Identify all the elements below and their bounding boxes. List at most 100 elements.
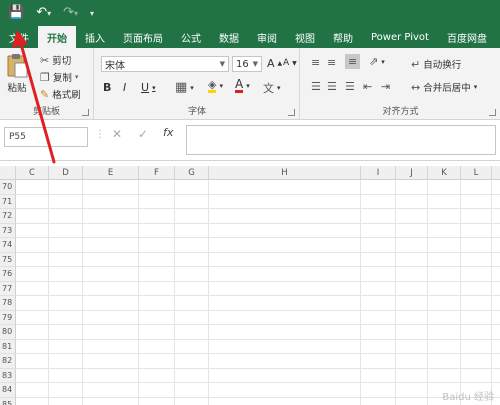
font-name-value: 宋体	[105, 60, 125, 72]
menu-tab-6[interactable]: 审阅	[248, 26, 286, 48]
quick-access-icon[interactable]: ▾	[90, 0, 94, 27]
alignment-launcher-icon[interactable]	[489, 109, 496, 116]
font-color-button[interactable]: A ▾	[235, 77, 250, 93]
wrap-text-button[interactable]: ↵ 自动换行	[411, 57, 461, 72]
bold-button[interactable]: B	[103, 81, 111, 94]
row-header-85[interactable]: 85	[0, 397, 16, 405]
copy-button[interactable]: ❐ 复制 ▾	[40, 70, 79, 85]
column-header-F[interactable]: F	[139, 166, 175, 180]
menu-tab-1[interactable]: 开始	[38, 26, 76, 48]
increase-font-icon: A	[267, 57, 275, 70]
orientation-button[interactable]: ⇗ ▾	[369, 55, 385, 68]
menu-tab-0[interactable]: 文件	[0, 26, 38, 48]
font-name-select[interactable]: 宋体 ▼	[101, 56, 229, 72]
row-header-83[interactable]: 83	[0, 368, 16, 383]
increase-indent-button[interactable]: ⇥	[381, 80, 390, 93]
undo-icon[interactable]: ↶▾	[36, 0, 51, 27]
check-icon[interactable]: ✓	[138, 127, 148, 141]
align-right-button[interactable]: ☰	[345, 80, 355, 93]
phonetic-button[interactable]: 文 ▾	[263, 80, 281, 96]
menu-tab-7[interactable]: 视图	[286, 26, 324, 48]
row-header-78[interactable]: 78	[0, 296, 16, 311]
menu-tab-4[interactable]: 公式	[172, 26, 210, 48]
select-all-corner[interactable]	[0, 166, 16, 180]
gridline-vertical	[427, 180, 428, 405]
paintbrush-icon: ✎	[40, 87, 50, 101]
row-header-82[interactable]: 82	[0, 354, 16, 369]
save-icon[interactable]: 💾	[8, 0, 24, 26]
menu-tab-5[interactable]: 数据	[210, 26, 248, 48]
fill-color-button[interactable]: ◈ ▾	[208, 79, 223, 93]
formula-input[interactable]	[186, 125, 496, 155]
font-color-icon: A	[235, 77, 244, 93]
column-header-E[interactable]: E	[83, 166, 139, 180]
align-middle-icon: ≡	[327, 56, 337, 69]
column-header-row: CDEFGHIJKL	[0, 166, 500, 180]
redo-icon[interactable]: ↷▾	[63, 0, 78, 27]
row-header-72[interactable]: 72	[0, 209, 16, 224]
align-left-button[interactable]: ☰	[311, 80, 321, 93]
cut-button[interactable]: ✂ 剪切	[40, 53, 71, 68]
row-header-84[interactable]: 84	[0, 383, 16, 398]
menu-tab-2[interactable]: 插入	[76, 26, 114, 48]
menu-tab-9[interactable]: Power Pivot	[362, 26, 438, 48]
row-header-70[interactable]: 70	[0, 180, 16, 195]
cancel-icon[interactable]: ✕	[112, 127, 122, 141]
name-box[interactable]: P55	[4, 127, 88, 147]
row-header-77[interactable]: 77	[0, 281, 16, 296]
column-header-G[interactable]: G	[175, 166, 209, 180]
italic-button[interactable]: I	[123, 81, 126, 94]
column-header-H[interactable]: H	[209, 166, 361, 180]
align-bottom-button[interactable]: ≡	[345, 54, 361, 69]
borders-button[interactable]: ▦ ▾	[175, 80, 194, 95]
align-middle-button[interactable]: ≡	[327, 56, 336, 69]
row-header-71[interactable]: 71	[0, 194, 16, 209]
gridline-horizontal	[16, 266, 500, 267]
row-header-81[interactable]: 81	[0, 339, 16, 354]
phonetic-icon: 文	[263, 82, 274, 95]
row-header-75[interactable]: 75	[0, 252, 16, 267]
chevron-down-icon[interactable]: ▾	[75, 73, 79, 81]
row-header-73[interactable]: 73	[0, 223, 16, 238]
insert-function-button[interactable]: fx	[163, 126, 173, 139]
bold-icon: B	[103, 81, 112, 94]
merge-icon: ↔	[411, 80, 421, 94]
paste-label: 粘贴	[7, 83, 27, 94]
column-header-C[interactable]: C	[16, 166, 49, 180]
align-top-button[interactable]: ≡	[311, 56, 320, 69]
increase-font-button[interactable]: A ▲	[267, 57, 282, 70]
menu-tab-11[interactable]: office协	[496, 26, 500, 48]
font-launcher-icon[interactable]	[288, 109, 295, 116]
gridline-horizontal	[16, 353, 500, 354]
row-header-80[interactable]: 80	[0, 325, 16, 340]
column-header-L[interactable]: L	[461, 166, 492, 180]
column-header-I[interactable]: I	[361, 166, 396, 180]
chevron-down-icon: ▾	[190, 83, 194, 92]
font-size-select[interactable]: 16 ▼	[232, 56, 262, 72]
orientation-icon: ⇗	[369, 55, 379, 68]
chevron-down-icon: ▾	[381, 57, 385, 66]
column-header-J[interactable]: J	[396, 166, 428, 180]
menu-tab-3[interactable]: 页面布局	[114, 26, 172, 48]
merge-center-label: 合并后居中	[423, 83, 471, 94]
menu-tab-8[interactable]: 帮助	[324, 26, 362, 48]
worksheet-grid[interactable]: CDEFGHIJKL 70 71 72 73 74 75 76 77 78 79 80 81 82 83 8…	[0, 166, 500, 405]
row-header-79[interactable]: 79	[0, 310, 16, 325]
column-header-K[interactable]: K	[428, 166, 461, 180]
paste-button[interactable]: 粘贴	[6, 52, 28, 94]
clipboard-launcher-icon[interactable]	[82, 109, 89, 116]
menu-tab-10[interactable]: 百度网盘	[438, 26, 496, 48]
alignment-group-label: 对齐方式	[382, 107, 419, 117]
ribbon: 粘贴 ✂ 剪切 ❐ 复制 ▾ ✎ 格式刷 剪贴板 宋体 ▼ 16 ▼ A ▲ A…	[0, 48, 500, 120]
align-center-button[interactable]: ☰	[327, 80, 337, 93]
row-header-76[interactable]: 76	[0, 267, 16, 282]
merge-center-button[interactable]: ↔ 合并后居中 ▾	[411, 80, 477, 95]
column-header-D[interactable]: D	[49, 166, 83, 180]
gridline-horizontal	[16, 193, 500, 195]
align-right-icon: ☰	[345, 80, 355, 93]
row-header-74[interactable]: 74	[0, 238, 16, 253]
format-painter-button[interactable]: ✎ 格式刷	[40, 87, 81, 102]
decrease-font-button[interactable]: A ▼	[283, 58, 297, 68]
underline-button[interactable]: U ▾	[141, 81, 156, 94]
decrease-indent-button[interactable]: ⇤	[363, 80, 372, 93]
